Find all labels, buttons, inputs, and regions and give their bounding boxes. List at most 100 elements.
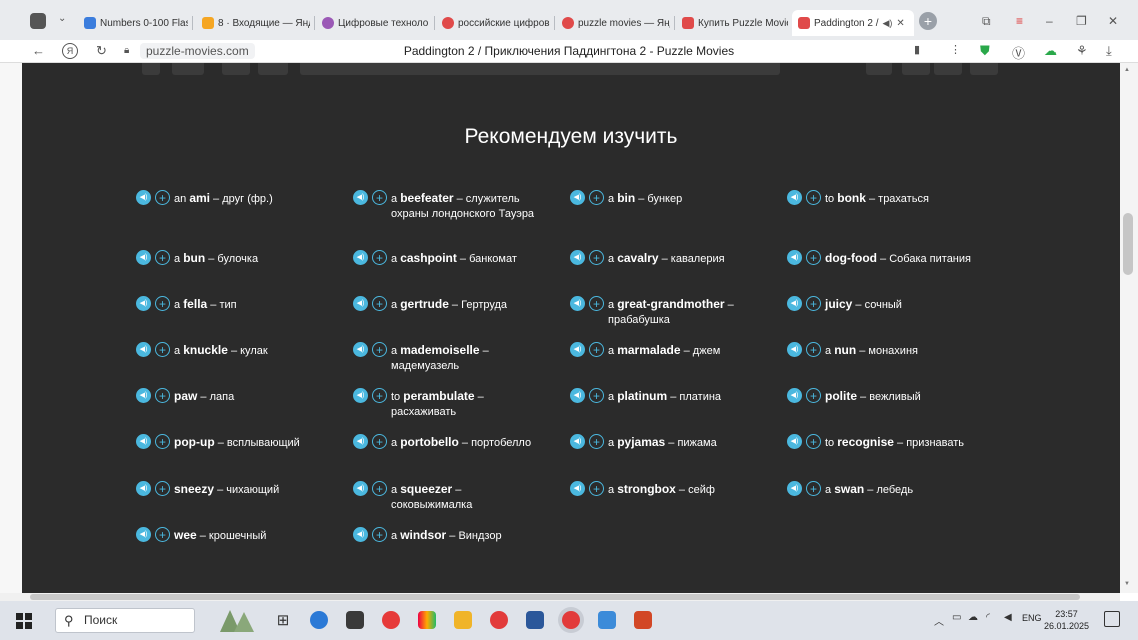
speaker-icon[interactable]: ◀): [136, 434, 151, 449]
add-icon[interactable]: +: [589, 434, 604, 449]
tab-4[interactable]: российские цифров: [442, 12, 550, 34]
bookmark-icon[interactable]: ▮: [914, 43, 920, 56]
speaker-icon[interactable]: ◀): [787, 190, 802, 205]
add-icon[interactable]: +: [372, 388, 387, 403]
add-icon[interactable]: +: [806, 250, 821, 265]
speaker-icon[interactable]: ◀): [787, 388, 802, 403]
add-icon[interactable]: +: [372, 190, 387, 205]
add-icon[interactable]: +: [372, 481, 387, 496]
windows-start-icon[interactable]: [16, 613, 32, 629]
speaker-icon[interactable]: ◀): [570, 434, 585, 449]
player-button[interactable]: [970, 63, 998, 75]
add-icon[interactable]: +: [155, 342, 170, 357]
clock[interactable]: 23:57 26.01.2025: [1044, 608, 1089, 632]
scrollbar-thumb[interactable]: [30, 594, 1080, 600]
add-icon[interactable]: +: [589, 190, 604, 205]
speaker-icon[interactable]: ◀): [353, 190, 368, 205]
window-close-icon[interactable]: ✕: [1108, 14, 1118, 28]
add-icon[interactable]: +: [155, 250, 170, 265]
shield-icon[interactable]: ⛊: [980, 43, 990, 59]
add-icon[interactable]: +: [372, 296, 387, 311]
presentation-icon[interactable]: [598, 611, 616, 629]
speaker-icon[interactable]: ◀): [570, 342, 585, 357]
speaker-icon[interactable]: ◀): [353, 388, 368, 403]
add-icon[interactable]: +: [806, 434, 821, 449]
reload-icon[interactable]: ↻: [96, 43, 107, 59]
add-icon[interactable]: +: [155, 434, 170, 449]
tab-3[interactable]: Цифровые техноло: [322, 12, 430, 34]
add-icon[interactable]: +: [589, 481, 604, 496]
add-icon[interactable]: +: [155, 190, 170, 205]
speaker-icon[interactable]: ◀): [787, 342, 802, 357]
puzzle-extension-icon[interactable]: ⚘: [1076, 43, 1088, 59]
speaker-icon[interactable]: ◀): [136, 190, 151, 205]
language-indicator[interactable]: ENG: [1022, 613, 1042, 623]
add-icon[interactable]: +: [155, 296, 170, 311]
add-icon[interactable]: +: [155, 388, 170, 403]
wifi-icon[interactable]: ◜: [986, 612, 990, 623]
yandex-browser-icon[interactable]: [382, 611, 400, 629]
speaker-icon[interactable]: ◀): [787, 250, 802, 265]
restore-icon[interactable]: ❐: [1076, 14, 1087, 28]
speaker-icon[interactable]: ◀): [136, 342, 151, 357]
player-button[interactable]: [934, 63, 962, 75]
speaker-icon[interactable]: ◀): [353, 481, 368, 496]
tab-1[interactable]: Numbers 0-100 Flas: [84, 12, 188, 34]
add-icon[interactable]: +: [806, 296, 821, 311]
speaker-icon[interactable]: ◀): [136, 296, 151, 311]
powerpoint-icon[interactable]: [634, 611, 652, 629]
speaker-icon[interactable]: ◀): [570, 481, 585, 496]
vertical-scrollbar[interactable]: ▲ ▼: [1120, 63, 1138, 593]
app-icon[interactable]: [418, 611, 436, 629]
speaker-icon[interactable]: ◀): [787, 434, 802, 449]
speaker-icon[interactable]: ◀): [353, 527, 368, 542]
scrollbar-thumb[interactable]: [1123, 213, 1133, 275]
speaker-icon[interactable]: ◀): [353, 342, 368, 357]
cloud-icon[interactable]: ☁: [968, 612, 978, 623]
speaker-icon[interactable]: ◀): [136, 481, 151, 496]
tabs-dropdown-icon[interactable]: ⌄: [58, 13, 66, 24]
speaker-icon[interactable]: ◀): [136, 527, 151, 542]
url-field[interactable]: puzzle-movies.com: [140, 43, 255, 59]
tab-5[interactable]: puzzle movies — Янд: [562, 12, 670, 34]
add-icon[interactable]: +: [589, 296, 604, 311]
notifications-icon[interactable]: ≡: [1016, 14, 1023, 28]
add-icon[interactable]: +: [372, 527, 387, 542]
word-icon[interactable]: [526, 611, 544, 629]
add-icon[interactable]: +: [806, 481, 821, 496]
add-icon[interactable]: +: [806, 388, 821, 403]
browser-menu-icon[interactable]: [30, 13, 46, 29]
extension-icon[interactable]: ☁: [1044, 43, 1057, 59]
add-icon[interactable]: +: [589, 388, 604, 403]
player-progress[interactable]: [300, 63, 780, 75]
speaker-icon[interactable]: ◀): [353, 250, 368, 265]
add-icon[interactable]: +: [155, 527, 170, 542]
tab-6[interactable]: Купить Puzzle Movie: [682, 12, 788, 34]
yandex-icon[interactable]: Я: [62, 43, 78, 59]
store-icon[interactable]: [346, 611, 364, 629]
add-icon[interactable]: +: [589, 250, 604, 265]
player-button[interactable]: [222, 63, 250, 75]
speaker-icon[interactable]: ◀): [136, 388, 151, 403]
tab-active[interactable]: Paddington 2 / ◀) ✕: [792, 10, 914, 36]
task-view-icon[interactable]: ⊞: [274, 611, 292, 629]
speaker-icon[interactable]: ◀): [136, 250, 151, 265]
speaker-icon[interactable]: ◀): [787, 481, 802, 496]
add-icon[interactable]: +: [806, 190, 821, 205]
back-icon[interactable]: ←: [32, 43, 45, 58]
yandex-browser-active-icon[interactable]: [562, 611, 580, 629]
add-icon[interactable]: +: [372, 434, 387, 449]
tray-chevron-icon[interactable]: ︿: [934, 613, 944, 628]
minimize-icon[interactable]: –: [1046, 14, 1053, 28]
yandex-icon[interactable]: [490, 611, 508, 629]
speaker-icon[interactable]: ◀): [353, 296, 368, 311]
notification-center-icon[interactable]: [1104, 611, 1120, 627]
player-button[interactable]: [902, 63, 930, 75]
add-icon[interactable]: +: [155, 481, 170, 496]
speaker-icon[interactable]: ◀): [787, 296, 802, 311]
horizontal-scrollbar[interactable]: [0, 593, 1120, 601]
speaker-icon[interactable]: ◀): [570, 388, 585, 403]
weather-app-icon[interactable]: [310, 611, 328, 629]
speaker-icon[interactable]: ◀): [353, 434, 368, 449]
tab-2[interactable]: 8 · Входящие — Янд: [202, 12, 310, 34]
